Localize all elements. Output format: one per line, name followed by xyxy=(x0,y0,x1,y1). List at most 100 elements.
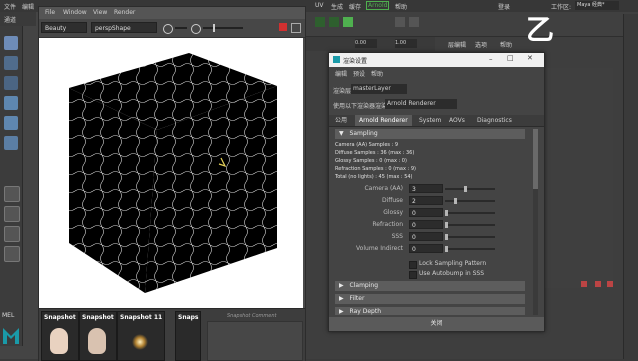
rs-menu-help[interactable]: 帮助 xyxy=(371,69,383,78)
rs-tabbar: 公用 Arnold Renderer System AOVs Diagnosti… xyxy=(329,115,544,127)
refraction-knob[interactable] xyxy=(445,222,448,228)
red-icon-2[interactable] xyxy=(595,281,601,287)
layout-single-icon[interactable] xyxy=(4,186,20,202)
gamma-knob[interactable] xyxy=(213,24,215,32)
rv-menu-render[interactable]: Render xyxy=(114,9,135,16)
rs-menu-presets[interactable]: 预设 xyxy=(353,69,365,78)
right-tab-options[interactable]: 选项 xyxy=(475,40,487,49)
glossy-field[interactable]: 0 xyxy=(409,208,443,217)
refraction-slider[interactable] xyxy=(445,222,495,228)
menu-help[interactable]: 帮助 xyxy=(395,2,407,11)
render-layer-label: 渲染层 xyxy=(333,88,352,95)
sss-slider[interactable] xyxy=(445,234,495,240)
menu-arnold[interactable]: Arnold xyxy=(366,1,390,10)
gamma-slider[interactable] xyxy=(203,24,243,32)
autobump-checkbox[interactable] xyxy=(409,271,417,279)
rotate-tool-icon[interactable] xyxy=(4,116,18,130)
layout-outliner-icon[interactable] xyxy=(4,246,20,262)
menu-generate[interactable]: 生成 xyxy=(331,2,343,11)
rs-scroll-thumb[interactable] xyxy=(533,129,538,189)
glossy-slider[interactable] xyxy=(445,210,495,216)
minimize-icon[interactable]: – xyxy=(489,55,493,63)
glow-thumbnail xyxy=(132,334,148,350)
timeline-field-1[interactable]: 0.00 xyxy=(355,39,377,48)
scale-tool-icon[interactable] xyxy=(4,136,18,150)
layout-two-icon[interactable] xyxy=(4,226,20,242)
renderer-select[interactable]: Arnold Renderer xyxy=(385,99,457,109)
tab-diagnostics[interactable]: Diagnostics xyxy=(473,115,516,126)
workspace-select[interactable]: Maya 经典* xyxy=(575,1,619,10)
tab-aovs[interactable]: AOVs xyxy=(445,115,469,126)
rv-menu-window[interactable]: Window xyxy=(63,9,87,16)
camera-aa-knob[interactable] xyxy=(464,186,467,192)
lasso-tool-icon[interactable] xyxy=(4,56,18,70)
move-tool-icon[interactable] xyxy=(4,96,18,110)
ipr-icon[interactable] xyxy=(329,17,339,27)
snapshot-thumb-4[interactable]: Snaps xyxy=(175,311,201,361)
timeline-field-2[interactable]: 1.00 xyxy=(395,39,417,48)
sampling-section[interactable]: ▼ Sampling xyxy=(335,129,525,139)
camera-select[interactable]: perspShape xyxy=(91,22,157,33)
right-tab-layer-editor[interactable]: 层编辑 xyxy=(448,40,466,49)
rs-scrollbar[interactable] xyxy=(533,129,538,315)
exposure-slider[interactable] xyxy=(175,27,187,29)
tool-box xyxy=(0,26,23,346)
clamping-header: Clamping xyxy=(349,282,379,289)
gamma-icon[interactable] xyxy=(191,24,201,34)
render-settings-icon[interactable] xyxy=(343,17,353,27)
snapshot-label-3: Snapshot 11 xyxy=(120,314,163,321)
volume-indirect-field[interactable]: 0 xyxy=(409,244,443,253)
volume-indirect-knob[interactable] xyxy=(445,246,448,252)
tab-common[interactable]: 公用 xyxy=(331,115,351,126)
snapshot-thumb-2[interactable]: Snapshot xyxy=(79,311,117,361)
menu-uv[interactable]: UV xyxy=(315,2,324,9)
render-layer-select[interactable]: masterLayer xyxy=(351,84,407,94)
diffuse-knob[interactable] xyxy=(454,198,457,204)
close-button[interactable]: 关闭 xyxy=(329,317,544,331)
snapshot-thumb-3[interactable]: Snapshot 11 xyxy=(117,311,165,361)
aov-select[interactable]: Beauty xyxy=(41,22,87,33)
select-tool-icon[interactable] xyxy=(4,36,18,50)
sss-knob[interactable] xyxy=(445,234,448,240)
ray-depth-section[interactable]: ▶ Ray Depth xyxy=(335,307,525,315)
channel-tab[interactable]: 通道 xyxy=(0,12,36,26)
refraction-field[interactable]: 0 xyxy=(409,220,443,229)
row-label-diffuse: Diffuse xyxy=(381,197,403,204)
red-icon-3[interactable] xyxy=(607,281,613,287)
clamping-section[interactable]: ▶ Clamping xyxy=(335,281,525,291)
render-view-menubar: File Window View Render xyxy=(39,7,305,19)
maximize-icon[interactable]: □ xyxy=(507,54,514,62)
stop-render-icon[interactable] xyxy=(279,23,287,31)
layout-four-icon[interactable] xyxy=(4,206,20,222)
snapshot-comment-box[interactable] xyxy=(207,321,303,361)
snapshot-thumb-1[interactable]: Snapshot xyxy=(41,311,79,361)
exposure-icon[interactable] xyxy=(163,24,173,34)
diffuse-slider[interactable] xyxy=(445,198,495,204)
volume-indirect-slider[interactable] xyxy=(445,246,495,252)
glossy-knob[interactable] xyxy=(445,210,448,216)
menu-edit[interactable]: 编辑 xyxy=(22,2,34,11)
close-icon[interactable]: ✕ xyxy=(527,54,533,62)
right-tab-help[interactable]: 帮助 xyxy=(500,40,512,49)
camera-aa-slider[interactable] xyxy=(445,186,495,192)
render-icon[interactable] xyxy=(315,17,325,27)
red-icon[interactable] xyxy=(581,281,587,287)
camera-aa-field[interactable]: 3 xyxy=(409,184,443,193)
rv-menu-view[interactable]: View xyxy=(93,9,107,16)
sampling-header: Sampling xyxy=(349,130,378,137)
rv-menu-file[interactable]: File xyxy=(45,9,55,16)
shelf-icon[interactable] xyxy=(395,17,405,27)
login-link[interactable]: 登录 xyxy=(498,2,510,11)
sss-field[interactable]: 0 xyxy=(409,232,443,241)
paint-select-icon[interactable] xyxy=(4,76,18,90)
tab-arnold-renderer[interactable]: Arnold Renderer xyxy=(355,115,412,126)
rs-menu-edit[interactable]: 编辑 xyxy=(335,69,347,78)
menu-cache[interactable]: 缓存 xyxy=(349,2,361,11)
tab-system[interactable]: System xyxy=(415,115,445,126)
filter-section[interactable]: ▶ Filter xyxy=(335,294,525,304)
diffuse-field[interactable]: 2 xyxy=(409,196,443,205)
settings-icon[interactable] xyxy=(291,23,301,33)
lock-sampling-checkbox[interactable] xyxy=(409,261,417,269)
menu-file[interactable]: 文件 xyxy=(4,2,16,11)
shelf-icon-2[interactable] xyxy=(409,17,419,27)
